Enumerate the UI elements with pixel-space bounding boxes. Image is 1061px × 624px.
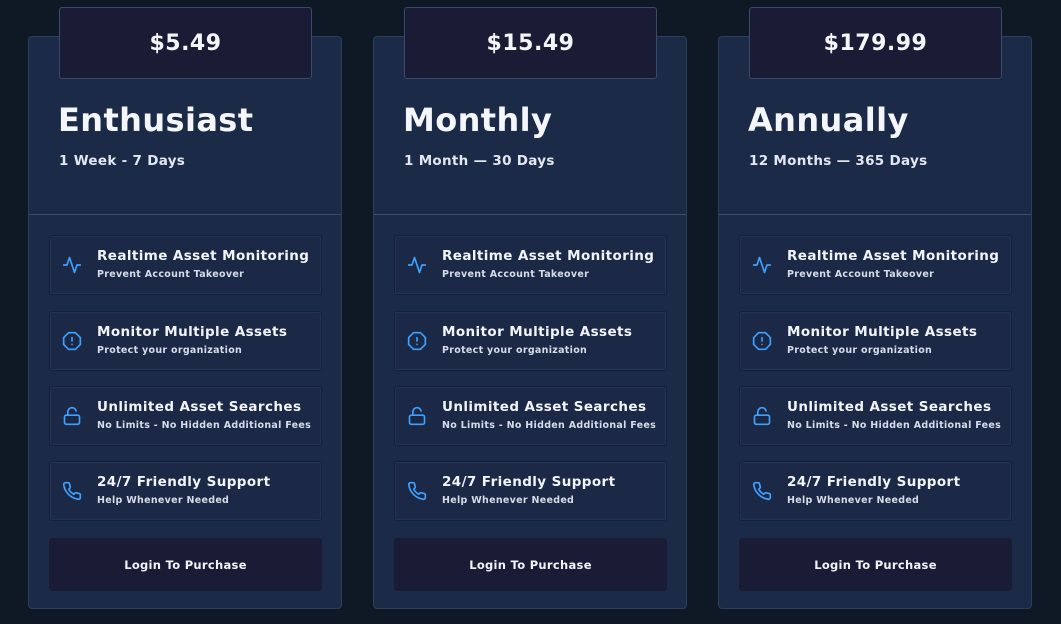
unlock-icon — [407, 406, 427, 426]
feature-title: Realtime Asset Monitoring — [97, 248, 310, 264]
feature-multiple-assets: Monitor Multiple Assets Protect your org… — [49, 311, 322, 371]
feature-multiple-assets: Monitor Multiple Assets Protect your org… — [739, 311, 1012, 371]
feature-unlimited-searches: Unlimited Asset Searches No Limits - No … — [739, 386, 1012, 446]
feature-subtitle: No Limits - No Hidden Additional Fees — [787, 420, 1002, 431]
feature-realtime-monitoring: Realtime Asset Monitoring Prevent Accoun… — [394, 235, 667, 295]
feature-multiple-assets: Monitor Multiple Assets Protect your org… — [394, 311, 667, 371]
login-to-purchase-button[interactable]: Login To Purchase — [49, 538, 322, 591]
feature-subtitle: No Limits - No Hidden Additional Fees — [442, 420, 657, 431]
feature-support: 24/7 Friendly Support Help Whenever Need… — [394, 461, 667, 521]
divider — [29, 214, 341, 215]
feature-subtitle: Prevent Account Takeover — [787, 269, 935, 280]
feature-title: Monitor Multiple Assets — [787, 324, 978, 340]
plan-duration: 1 Week - 7 Days — [59, 153, 186, 169]
feature-title: Unlimited Asset Searches — [442, 399, 647, 415]
plan-name: Monthly — [403, 101, 553, 139]
feature-subtitle: Protect your organization — [97, 345, 243, 356]
feature-subtitle: Prevent Account Takeover — [97, 269, 245, 280]
divider — [719, 214, 1031, 215]
plan-card-monthly: $15.49 Monthly 1 Month — 30 Days Realtim… — [373, 7, 687, 609]
plan-card-enthusiast: $5.49 Enthusiast 1 Week - 7 Days Realtim… — [28, 7, 342, 609]
feature-subtitle: Protect your organization — [787, 345, 933, 356]
price-tag: $15.49 — [404, 7, 657, 79]
feature-subtitle: Help Whenever Needed — [97, 495, 230, 506]
login-to-purchase-button[interactable]: Login To Purchase — [394, 538, 667, 591]
unlock-icon — [62, 406, 82, 426]
feature-title: 24/7 Friendly Support — [442, 474, 616, 490]
feature-title: 24/7 Friendly Support — [787, 474, 961, 490]
activity-icon — [407, 255, 427, 275]
feature-unlimited-searches: Unlimited Asset Searches No Limits - No … — [49, 386, 322, 446]
feature-support: 24/7 Friendly Support Help Whenever Need… — [739, 461, 1012, 521]
plan-name: Annually — [748, 101, 909, 139]
alert-octagon-icon — [62, 331, 82, 351]
activity-icon — [752, 255, 772, 275]
feature-subtitle: No Limits - No Hidden Additional Fees — [97, 420, 312, 431]
unlock-icon — [752, 406, 772, 426]
activity-icon — [62, 255, 82, 275]
plan-card-annually: $179.99 Annually 12 Months — 365 Days Re… — [718, 7, 1032, 609]
feature-subtitle: Prevent Account Takeover — [442, 269, 590, 280]
phone-icon — [407, 481, 427, 501]
feature-title: Unlimited Asset Searches — [787, 399, 992, 415]
plan-duration: 1 Month — 30 Days — [404, 153, 555, 169]
plan-name: Enthusiast — [58, 101, 254, 139]
phone-icon — [62, 481, 82, 501]
feature-subtitle: Protect your organization — [442, 345, 588, 356]
divider — [374, 214, 686, 215]
feature-title: Realtime Asset Monitoring — [787, 248, 1000, 264]
feature-title: Monitor Multiple Assets — [442, 324, 633, 340]
feature-support: 24/7 Friendly Support Help Whenever Need… — [49, 461, 322, 521]
feature-subtitle: Help Whenever Needed — [442, 495, 575, 506]
alert-octagon-icon — [752, 331, 772, 351]
feature-subtitle: Help Whenever Needed — [787, 495, 920, 506]
plan-duration: 12 Months — 365 Days — [749, 153, 928, 169]
feature-title: Realtime Asset Monitoring — [442, 248, 655, 264]
feature-unlimited-searches: Unlimited Asset Searches No Limits - No … — [394, 386, 667, 446]
feature-title: 24/7 Friendly Support — [97, 474, 271, 490]
feature-title: Monitor Multiple Assets — [97, 324, 288, 340]
price-tag: $179.99 — [749, 7, 1002, 79]
price-tag: $5.49 — [59, 7, 312, 79]
feature-realtime-monitoring: Realtime Asset Monitoring Prevent Accoun… — [49, 235, 322, 295]
alert-octagon-icon — [407, 331, 427, 351]
feature-realtime-monitoring: Realtime Asset Monitoring Prevent Accoun… — [739, 235, 1012, 295]
login-to-purchase-button[interactable]: Login To Purchase — [739, 538, 1012, 591]
feature-title: Unlimited Asset Searches — [97, 399, 302, 415]
phone-icon — [752, 481, 772, 501]
